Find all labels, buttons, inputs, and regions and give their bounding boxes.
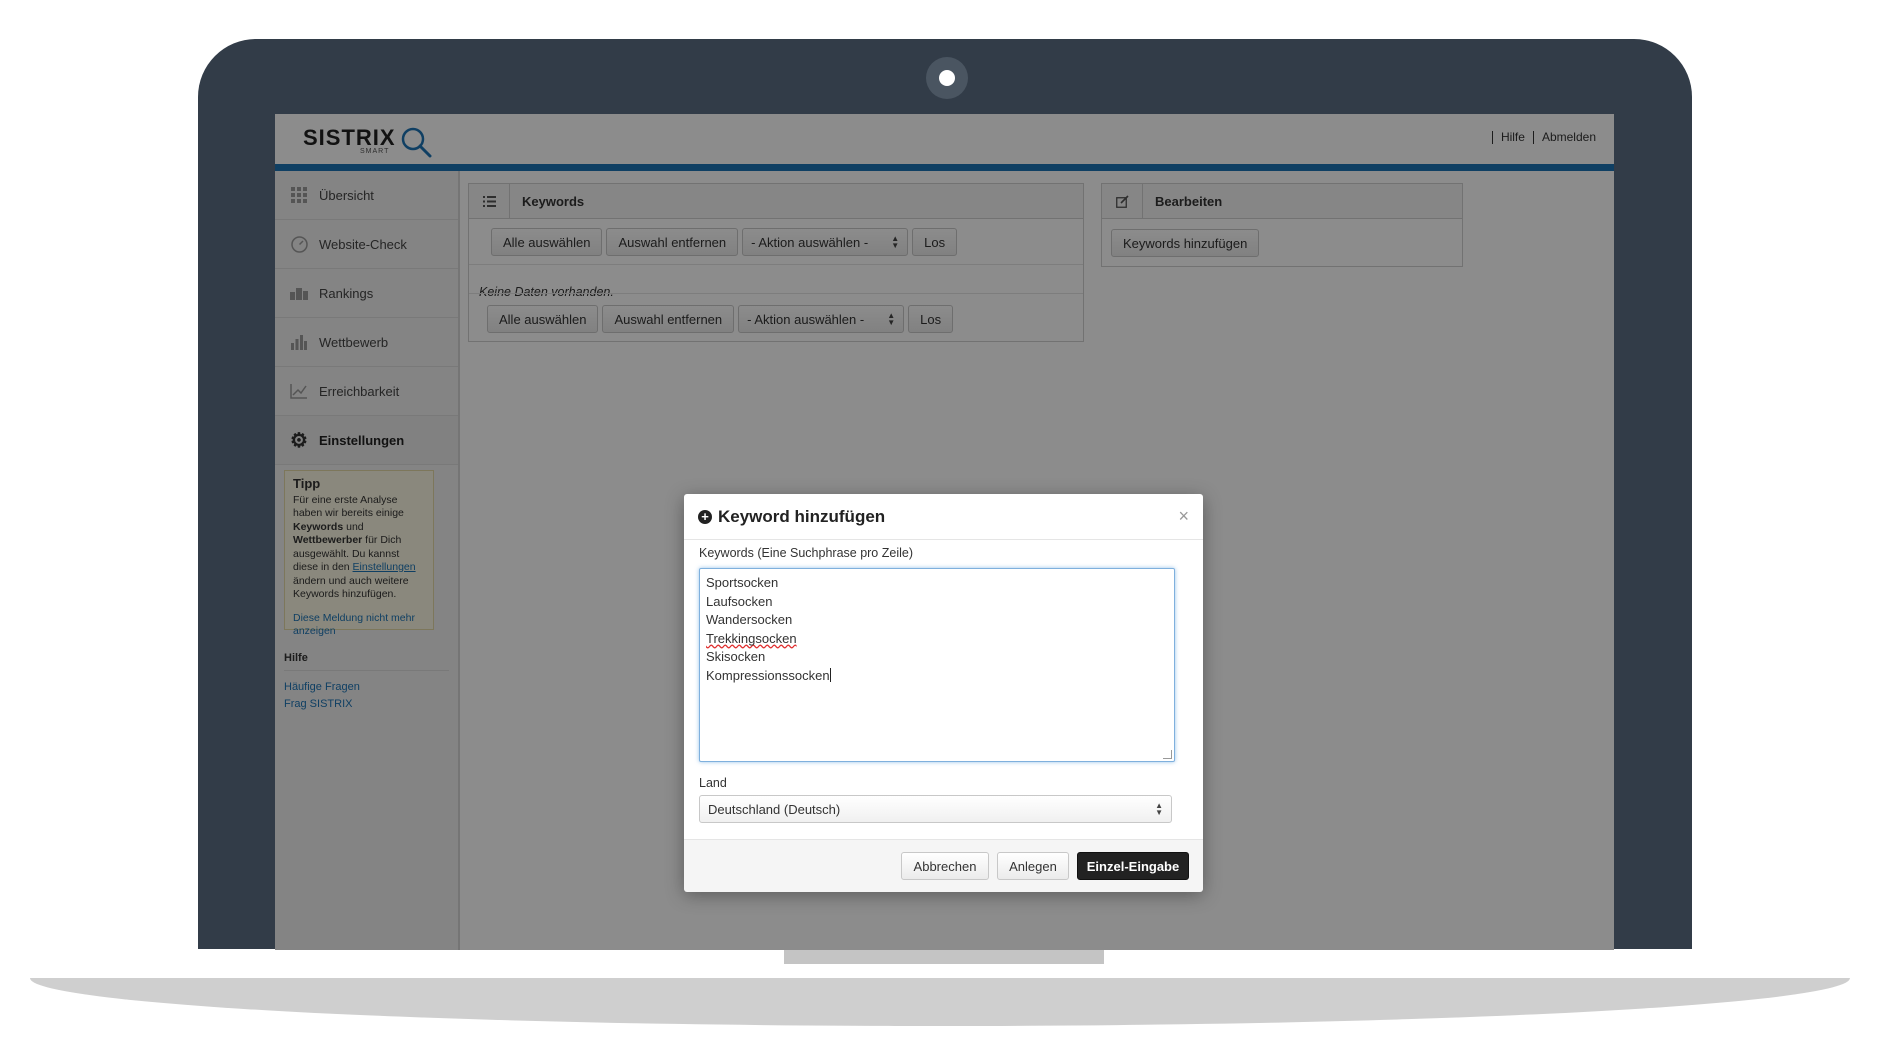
laptop-notch xyxy=(784,948,1104,964)
add-keyword-modal: + Keyword hinzufügen × Keywords (Eine Su… xyxy=(684,494,1203,892)
single-entry-button[interactable]: Einzel-Eingabe xyxy=(1077,852,1189,880)
create-button[interactable]: Anlegen xyxy=(997,852,1069,880)
keyword-line: Laufsocken xyxy=(706,593,773,609)
keywords-label: Keywords (Eine Suchphrase pro Zeile) xyxy=(699,546,913,560)
country-select[interactable]: Deutschland (Deutsch) ▲ ▼ xyxy=(699,795,1172,823)
keyword-text: Kompressionssocken xyxy=(706,667,830,683)
modal-title: Keyword hinzufügen xyxy=(718,506,886,526)
keyword-line: Wandersocken xyxy=(706,612,793,627)
screen: SISTRIX SMART Hilfe Abmelden Übersicht W… xyxy=(275,114,1614,950)
keyword-line: Skisocken xyxy=(706,649,766,664)
resize-handle[interactable] xyxy=(1163,750,1172,759)
plus-circle-icon: + xyxy=(698,509,712,524)
camera-icon xyxy=(926,57,968,99)
misspelled-word: Trekkingsocken xyxy=(706,630,797,646)
close-icon[interactable]: × xyxy=(1178,506,1189,527)
keyword-line: Sportsocken xyxy=(706,575,779,590)
country-select-value: Deutschland (Deutsch) xyxy=(708,801,841,817)
cancel-button[interactable]: Abbrechen xyxy=(901,852,989,880)
modal-footer: Abbrechen Anlegen Einzel-Eingabe xyxy=(684,839,1203,892)
laptop-base xyxy=(30,978,1850,1026)
text-caret xyxy=(829,667,831,682)
country-label: Land xyxy=(699,776,727,790)
select-arrows-icon: ▲ ▼ xyxy=(1155,801,1163,817)
keywords-textarea[interactable]: Sportsocken Laufsocken Wandersocken Trek… xyxy=(699,568,1175,762)
keyword-line: Trekkingsocken xyxy=(706,630,1168,649)
keyword-line-last: Kompressionssocken xyxy=(706,667,1168,686)
modal-header: + Keyword hinzufügen xyxy=(684,494,1203,540)
